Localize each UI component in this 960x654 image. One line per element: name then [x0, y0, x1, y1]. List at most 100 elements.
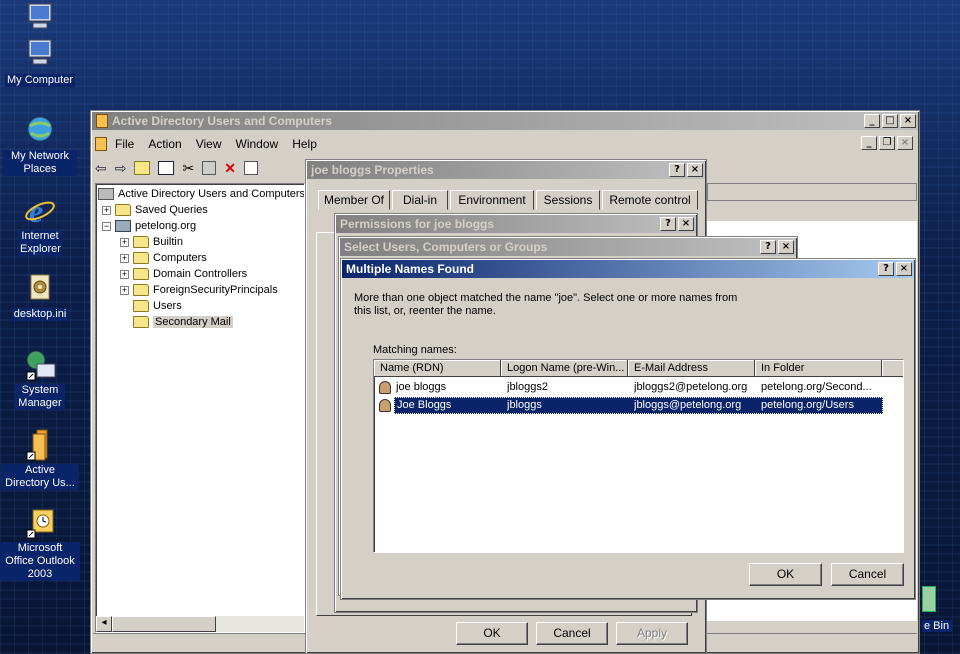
- close-button[interactable]: ×: [896, 262, 912, 276]
- matching-names-list[interactable]: Name (RDN) Logon Name (pre-Win... E-Mail…: [373, 359, 904, 553]
- folder-icon: [115, 204, 131, 216]
- tree-item-computers[interactable]: + Computers: [120, 250, 207, 266]
- multiple-names-titlebar[interactable]: Multiple Names Found ? ×: [342, 260, 914, 278]
- minimize-button[interactable]: _: [864, 114, 880, 128]
- desktop-icon-my-computer[interactable]: My Computer: [0, 38, 80, 87]
- multiple-ok-button[interactable]: OK: [749, 563, 822, 586]
- scroll-left-button[interactable]: ◂: [96, 616, 112, 632]
- delete-icon[interactable]: ✕: [224, 160, 236, 177]
- close-button[interactable]: ×: [778, 240, 794, 254]
- tree-item-builtin[interactable]: + Builtin: [120, 234, 183, 250]
- recycle-bin-label[interactable]: e Bin: [922, 620, 952, 632]
- desktop-icon-internet-explorer[interactable]: e Internet Explorer: [0, 193, 80, 256]
- multiple-names-dialog: Multiple Names Found ? × More than one o…: [340, 258, 916, 600]
- close-button[interactable]: ×: [687, 163, 703, 177]
- computer-icon: [23, 2, 57, 36]
- tree-item-secondary-mail[interactable]: Secondary Mail: [133, 314, 233, 330]
- copy-icon[interactable]: [202, 161, 217, 175]
- forward-arrow-icon[interactable]: ⇨: [115, 160, 127, 177]
- tree-item-label: Builtin: [153, 236, 183, 248]
- column-header-logon[interactable]: Logon Name (pre-Win...: [501, 360, 628, 377]
- desktop-icon-outlook[interactable]: Microsoft Office Outlook 2003: [0, 506, 80, 581]
- tree-item-saved-queries[interactable]: + Saved Queries: [102, 202, 208, 218]
- cut-icon[interactable]: ✂: [182, 160, 194, 177]
- child-close-button[interactable]: ×: [897, 136, 913, 150]
- desktop-icon-desktop-ini[interactable]: desktop.ini: [0, 272, 80, 321]
- desktop-icon-label: Internet Explorer: [18, 230, 62, 256]
- cell-logon: jbloggs2: [507, 381, 548, 393]
- up-folder-icon[interactable]: [134, 161, 151, 175]
- menu-help[interactable]: Help: [292, 137, 317, 151]
- desktop-icon-active-directory[interactable]: Active Directory Us...: [0, 428, 80, 490]
- menu-window[interactable]: Window: [236, 137, 279, 151]
- collapse-icon[interactable]: −: [102, 221, 111, 231]
- properties-ok-button[interactable]: OK: [456, 622, 528, 645]
- column-header-name[interactable]: Name (RDN): [374, 360, 501, 377]
- properties-apply-button[interactable]: Apply: [616, 622, 688, 645]
- matching-names-label: Matching names:: [373, 344, 457, 356]
- tree-item-label: Saved Queries: [135, 204, 208, 216]
- tree-item-label: Secondary Mail: [153, 316, 233, 328]
- expand-icon[interactable]: +: [102, 205, 111, 215]
- tree-item-domain-controllers[interactable]: + Domain Controllers: [120, 266, 247, 282]
- internet-explorer-icon: e: [23, 193, 57, 229]
- tree-item-label: petelong.org: [135, 220, 197, 232]
- back-arrow-icon[interactable]: ⇦: [95, 160, 107, 177]
- desktop-icon-system-manager[interactable]: System Manager: [0, 348, 80, 410]
- desktop-icon-label: Microsoft Office Outlook 2003: [0, 542, 80, 581]
- tab-member-of[interactable]: Member Of: [318, 190, 390, 210]
- help-button[interactable]: ?: [660, 217, 676, 231]
- table-row[interactable]: joe bloggs jbloggs2 jbloggs2@petelong.or…: [378, 379, 883, 396]
- tree-hscrollbar[interactable]: ◂: [96, 616, 304, 632]
- close-button[interactable]: ×: [900, 114, 916, 128]
- scroll-thumb[interactable]: [112, 616, 216, 632]
- menu-action[interactable]: Action: [148, 137, 181, 151]
- cell-email: jbloggs2@petelong.org: [634, 381, 748, 393]
- multiple-cancel-button[interactable]: Cancel: [831, 563, 904, 586]
- mmc-doc-icon: [95, 137, 107, 151]
- select-users-titlebar[interactable]: Select Users, Computers or Groups ? ×: [340, 238, 796, 256]
- cell-folder: petelong.org/Users: [761, 399, 854, 411]
- tree-root[interactable]: Active Directory Users and Computers: [98, 186, 304, 202]
- expand-icon[interactable]: +: [120, 269, 129, 279]
- properties-titlebar[interactable]: joe bloggs Properties ? ×: [307, 161, 705, 179]
- tab-dial-in[interactable]: Dial-in: [392, 190, 448, 210]
- help-button[interactable]: ?: [760, 240, 776, 254]
- maximize-button[interactable]: □: [882, 114, 898, 128]
- desktop-icon-computer-top[interactable]: [0, 2, 80, 38]
- close-button[interactable]: ×: [678, 217, 694, 231]
- tree-item-users[interactable]: Users: [133, 298, 182, 314]
- tree-item-domain[interactable]: − petelong.org: [102, 218, 196, 234]
- child-minimize-button[interactable]: _: [861, 136, 877, 150]
- permissions-titlebar[interactable]: Permissions for joe bloggs ? ×: [336, 215, 696, 233]
- desktop-icon-label: desktop.ini: [11, 308, 69, 321]
- recycle-bin-icon[interactable]: [922, 586, 936, 612]
- expand-icon[interactable]: +: [120, 253, 129, 263]
- help-button[interactable]: ?: [669, 163, 685, 177]
- ad-root-icon: [98, 188, 114, 200]
- user-icon: [379, 381, 391, 394]
- show-tree-icon[interactable]: [158, 161, 175, 175]
- help-button[interactable]: ?: [878, 262, 894, 276]
- column-header-folder[interactable]: In Folder: [755, 360, 882, 377]
- expand-icon[interactable]: +: [120, 285, 129, 295]
- multiple-names-title: Multiple Names Found: [346, 262, 475, 276]
- column-header-email[interactable]: E-Mail Address: [628, 360, 755, 377]
- tab-environment[interactable]: Environment: [450, 190, 534, 210]
- tree-item-fsp[interactable]: + ForeignSecurityPrincipals: [120, 282, 278, 298]
- desktop-icon-network-places[interactable]: My Network Places: [0, 114, 80, 176]
- menu-view[interactable]: View: [196, 137, 222, 151]
- properties-title: joe bloggs Properties: [311, 163, 434, 177]
- properties-cancel-button[interactable]: Cancel: [536, 622, 608, 645]
- domain-icon: [115, 220, 131, 232]
- tab-remote-control[interactable]: Remote control: [602, 190, 698, 210]
- aduc-titlebar[interactable]: Active Directory Users and Computers _ □…: [92, 112, 918, 130]
- tab-sessions[interactable]: Sessions: [536, 190, 600, 210]
- table-row[interactable]: Joe Bloggs jbloggs jbloggs@petelong.org …: [378, 397, 883, 414]
- expand-icon[interactable]: +: [120, 237, 129, 247]
- tree-pane: Active Directory Users and Computers + S…: [95, 183, 305, 633]
- properties-icon[interactable]: [243, 161, 258, 175]
- menu-file[interactable]: File: [115, 137, 134, 151]
- settings-file-icon: [23, 272, 57, 306]
- child-restore-button[interactable]: ❐: [879, 136, 895, 150]
